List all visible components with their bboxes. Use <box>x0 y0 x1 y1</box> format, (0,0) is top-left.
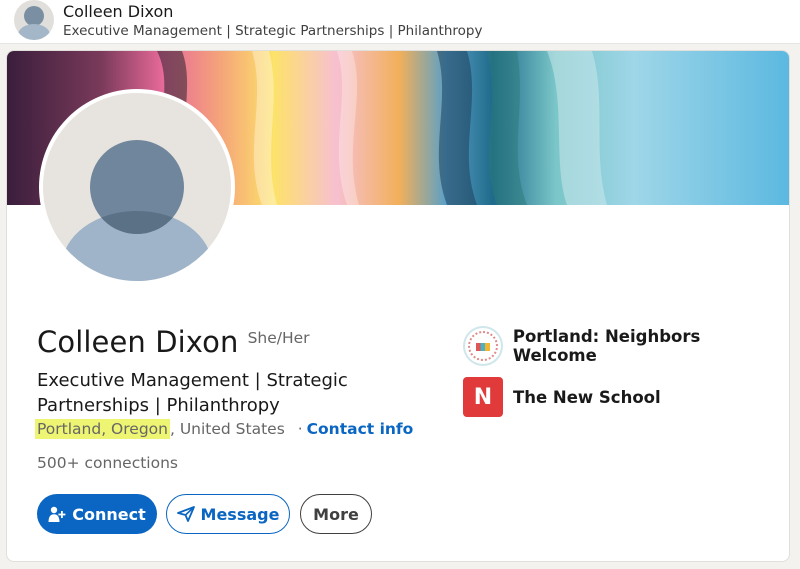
avatar-head-shape <box>24 6 44 26</box>
org-name: The New School <box>513 387 661 407</box>
name-row: Colleen Dixon She/Her <box>37 325 310 359</box>
profile-photo-placeholder <box>43 93 231 281</box>
message-button[interactable]: Message <box>166 494 290 534</box>
sticky-profile-header: Colleen Dixon Executive Management | Str… <box>0 0 800 44</box>
profile-headline: Executive Management | Strategic Partner… <box>37 370 348 416</box>
logo-houses-shape <box>476 343 490 351</box>
profile-name: Colleen Dixon <box>37 325 239 359</box>
connect-label: Connect <box>72 504 146 524</box>
profile-photo[interactable] <box>39 89 235 285</box>
more-label: More <box>313 504 359 524</box>
contact-info-link[interactable]: Contact info <box>307 420 414 438</box>
location-row: Portland, Oregon, United States · Contact… <box>35 419 414 439</box>
avatar-body-shape <box>18 24 50 40</box>
profile-card: Colleen Dixon She/Her Executive Manageme… <box>6 50 790 562</box>
location-country: , United States <box>169 420 285 438</box>
profile-pronouns: She/Her <box>247 329 310 347</box>
org-the-new-school[interactable]: N The New School <box>463 377 661 417</box>
logo-letter: N <box>473 384 493 410</box>
portland-neighbors-welcome-logo-icon <box>463 326 503 366</box>
connect-button[interactable]: Connect <box>37 494 157 534</box>
the-new-school-logo-icon: N <box>463 377 503 417</box>
separator-dot: · <box>297 420 303 438</box>
org-portland-neighbors-welcome[interactable]: Portland: Neighbors Welcome <box>463 326 789 366</box>
location-highlighted: Portland, Oregon <box>35 419 170 439</box>
connections-count[interactable]: 500+ connections <box>37 454 178 472</box>
add-person-icon <box>48 506 66 522</box>
header-name: Colleen Dixon <box>63 2 174 21</box>
header-avatar[interactable] <box>14 0 54 40</box>
header-headline: Executive Management | Strategic Partner… <box>63 23 483 39</box>
org-name: Portland: Neighbors Welcome <box>512 327 701 365</box>
more-button[interactable]: More <box>300 494 372 534</box>
avatar-overlap-shape <box>90 140 184 234</box>
send-icon <box>176 506 195 522</box>
message-label: Message <box>200 504 280 524</box>
